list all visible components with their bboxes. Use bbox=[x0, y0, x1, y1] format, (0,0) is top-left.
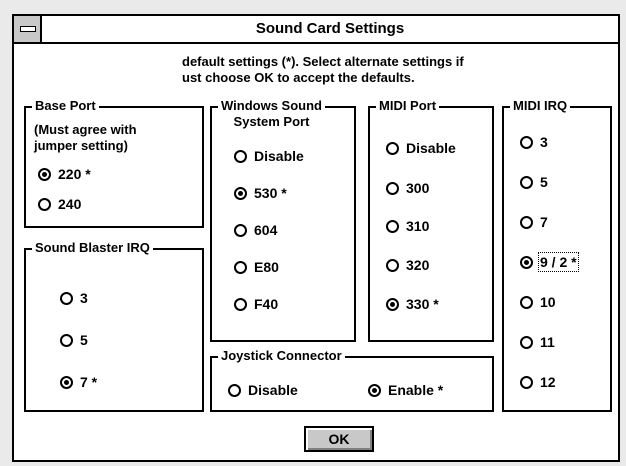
radio-label: Disable bbox=[254, 148, 304, 164]
radio-circle bbox=[520, 335, 533, 349]
radio-label: 5 bbox=[540, 174, 548, 190]
radio-label: 7 bbox=[540, 214, 548, 230]
radio-circle bbox=[386, 141, 399, 155]
wss-port-group: Windows Sound System Port Disable 530 * … bbox=[210, 98, 356, 342]
radio-sb-irq-5[interactable]: 5 bbox=[60, 332, 88, 348]
radio-midi-port-310[interactable]: 310 bbox=[386, 218, 429, 234]
radio-midi-irq-7[interactable]: 7 bbox=[520, 214, 548, 230]
radio-label: 7 * bbox=[80, 374, 98, 390]
wss-port-legend: Windows Sound System Port bbox=[218, 98, 325, 130]
radio-circle bbox=[520, 135, 533, 149]
system-menu-icon bbox=[20, 26, 36, 32]
radio-circle bbox=[228, 383, 241, 397]
radio-circle bbox=[38, 197, 51, 211]
radio-wss-port-disable[interactable]: Disable bbox=[234, 148, 304, 164]
radio-label: 5 bbox=[80, 332, 88, 348]
radio-sb-irq-7[interactable]: 7 * bbox=[60, 374, 97, 390]
ok-button[interactable]: OK bbox=[304, 426, 374, 452]
radio-label: 240 bbox=[58, 196, 82, 212]
instructions-text: default settings (*). Select alternate s… bbox=[182, 54, 464, 86]
title-bar: Sound Card Settings bbox=[14, 16, 618, 44]
radio-label: 12 bbox=[540, 374, 556, 390]
midi-port-legend: MIDI Port bbox=[376, 98, 440, 114]
radio-midi-irq-12[interactable]: 12 bbox=[520, 374, 556, 390]
radio-circle bbox=[234, 297, 247, 311]
radio-midi-port-disable[interactable]: Disable bbox=[386, 140, 456, 156]
radio-label: Disable bbox=[248, 382, 298, 398]
midi-irq-group: MIDI IRQ 3 5 7 9 / 2 * 10 11 12 bbox=[502, 98, 612, 412]
sound-blaster-irq-group: Sound Blaster IRQ 3 5 7 * bbox=[24, 240, 204, 412]
instructions-line-2: ust choose OK to accept the defaults. bbox=[182, 70, 415, 85]
radio-circle bbox=[234, 260, 247, 274]
radio-label: 530 * bbox=[254, 185, 287, 201]
radio-circle bbox=[60, 291, 73, 305]
radio-midi-port-320[interactable]: 320 bbox=[386, 257, 429, 273]
radio-wss-port-530[interactable]: 530 * bbox=[234, 185, 287, 201]
joystick-group: Joystick Connector Disable Enable * bbox=[210, 348, 494, 412]
radio-label: 310 bbox=[406, 218, 430, 234]
dialog-window: Sound Card Settings default settings (*)… bbox=[12, 14, 620, 462]
radio-circle bbox=[520, 255, 533, 269]
radio-label: 220 * bbox=[58, 166, 91, 182]
radio-label: 330 * bbox=[406, 296, 439, 312]
wss-port-legend-line-2: System Port bbox=[233, 114, 310, 129]
radio-wss-port-604[interactable]: 604 bbox=[234, 222, 277, 238]
radio-circle bbox=[60, 333, 73, 347]
radio-midi-irq-3[interactable]: 3 bbox=[520, 134, 548, 150]
instructions-line-1: default settings (*). Select alternate s… bbox=[182, 54, 464, 69]
radio-circle bbox=[38, 167, 51, 181]
radio-label: 10 bbox=[540, 294, 556, 310]
window-title: Sound Card Settings bbox=[255, 20, 405, 37]
radio-wss-port-f40[interactable]: F40 bbox=[234, 296, 278, 312]
midi-port-group: MIDI Port Disable 300 310 320 330 * bbox=[368, 98, 494, 342]
radio-label: 9 / 2 * bbox=[538, 252, 579, 272]
wss-port-legend-line-1: Windows Sound bbox=[221, 98, 322, 113]
radio-midi-irq-11[interactable]: 11 bbox=[520, 334, 555, 350]
radio-label: 11 bbox=[540, 334, 555, 350]
radio-joystick-disable[interactable]: Disable bbox=[228, 382, 298, 398]
radio-circle bbox=[386, 297, 399, 311]
radio-midi-irq-9-2[interactable]: 9 / 2 * bbox=[520, 252, 579, 272]
radio-joystick-enable[interactable]: Enable * bbox=[368, 382, 443, 398]
radio-midi-irq-10[interactable]: 10 bbox=[520, 294, 556, 310]
radio-base-port-240[interactable]: 240 bbox=[38, 196, 81, 212]
radio-midi-irq-5[interactable]: 5 bbox=[520, 174, 548, 190]
radio-label: E80 bbox=[254, 259, 279, 275]
radio-label: 320 bbox=[406, 257, 430, 273]
radio-circle bbox=[386, 219, 399, 233]
radio-midi-port-300[interactable]: 300 bbox=[386, 180, 429, 196]
radio-label: Disable bbox=[406, 140, 456, 156]
radio-label: 3 bbox=[540, 134, 548, 150]
radio-base-port-220[interactable]: 220 * bbox=[38, 166, 91, 182]
radio-label: 300 bbox=[406, 180, 430, 196]
radio-circle bbox=[520, 375, 533, 389]
radio-circle bbox=[234, 149, 247, 163]
base-port-note: (Must agree with jumper setting) bbox=[34, 122, 137, 154]
base-port-note-line-2: jumper setting) bbox=[34, 138, 128, 153]
system-menu-button[interactable] bbox=[14, 16, 42, 42]
radio-circle bbox=[520, 175, 533, 189]
radio-circle bbox=[234, 186, 247, 200]
radio-label: 3 bbox=[80, 290, 88, 306]
radio-label: F40 bbox=[254, 296, 279, 312]
radio-circle bbox=[60, 375, 73, 389]
midi-irq-legend: MIDI IRQ bbox=[510, 98, 571, 114]
radio-circle bbox=[368, 383, 381, 397]
radio-wss-port-e80[interactable]: E80 bbox=[234, 259, 279, 275]
radio-midi-port-330[interactable]: 330 * bbox=[386, 296, 439, 312]
radio-label: 604 bbox=[254, 222, 278, 238]
radio-circle bbox=[386, 181, 399, 195]
radio-sb-irq-3[interactable]: 3 bbox=[60, 290, 88, 306]
radio-circle bbox=[386, 258, 399, 272]
radio-circle bbox=[520, 295, 533, 309]
radio-circle bbox=[234, 223, 247, 237]
joystick-legend: Joystick Connector bbox=[218, 348, 345, 364]
base-port-note-line-1: (Must agree with bbox=[34, 122, 137, 137]
radio-circle bbox=[520, 215, 533, 229]
sound-blaster-irq-legend: Sound Blaster IRQ bbox=[32, 240, 153, 256]
radio-label: Enable * bbox=[388, 382, 444, 398]
base-port-legend: Base Port bbox=[32, 98, 99, 114]
base-port-group: Base Port (Must agree with jumper settin… bbox=[24, 98, 204, 228]
